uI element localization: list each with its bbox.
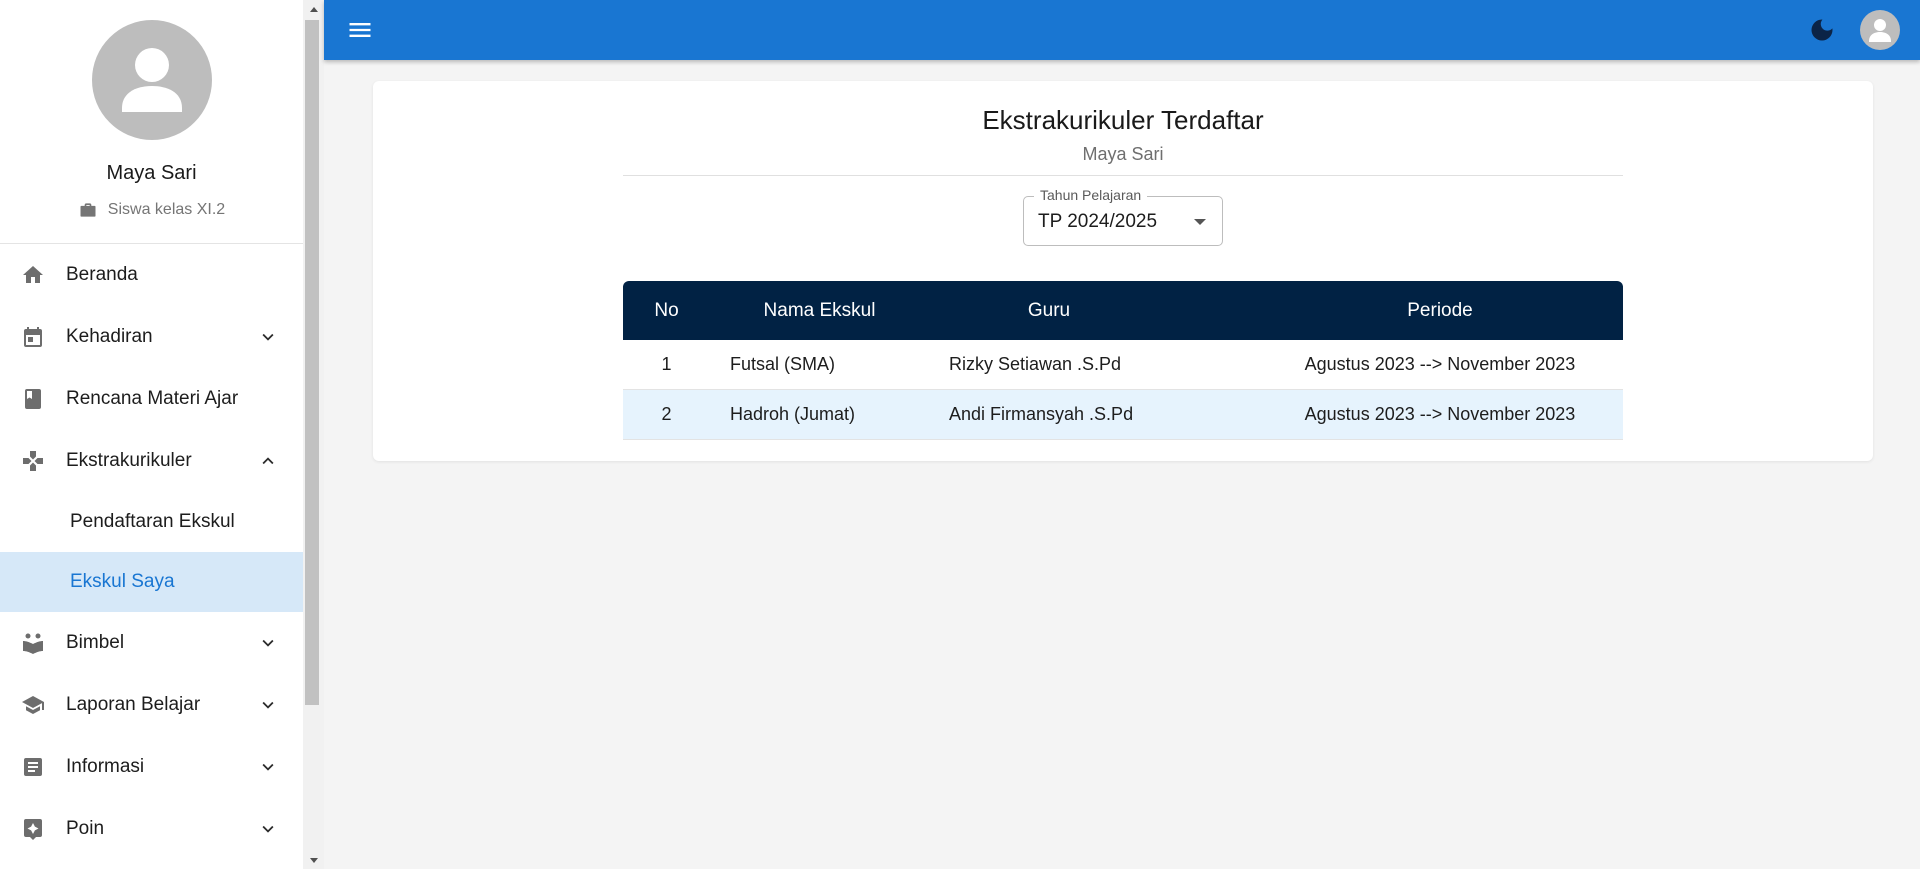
scroll-down-arrow[interactable] [303,851,324,869]
chevron-down-icon [257,818,279,840]
account-button[interactable] [1860,10,1900,50]
tahun-pelajaran-select[interactable]: Tahun Pelajaran TP 2024/2025 [1023,187,1223,246]
menu-icon [349,23,371,37]
select-value: TP 2024/2025 [1038,211,1158,232]
cell-periode: Agustus 2023 --> November 2023 [1304,354,1576,374]
sidebar-item-ekstrakurikuler[interactable]: Ekstrakurikuler [0,430,303,492]
caret-down-icon [1194,219,1206,225]
sidebar-subitem-ekskul-saya[interactable]: Ekskul Saya [0,552,303,612]
moon-icon [1811,19,1833,41]
cell-nama-ekskul: Futsal (SMA) [730,354,836,374]
sidebar-item-informasi[interactable]: Informasi [0,736,303,798]
divider [623,175,1623,176]
table-row: 2 Hadroh (Jumat) Andi Firmansyah .S.Pd A… [623,390,1623,440]
column-header-periode: Periode [1407,299,1473,321]
sidebar-scrollbar[interactable] [303,0,324,869]
cell-guru: Rizky Setiawan .S.Pd [949,354,1122,374]
person-icon [122,48,182,112]
sidebar-item-label: Rencana Materi Ajar [66,388,239,409]
gamepad-icon [20,448,46,474]
cell-no: 2 [661,404,672,424]
page-subtitle: Maya Sari [1082,144,1164,164]
profile-section: Maya Sari Siswa kelas XI.2 [0,0,303,244]
scroll-thumb[interactable] [305,20,319,705]
table-row: 1 Futsal (SMA) Rizky Setiawan .S.Pd Agus… [623,340,1623,390]
chevron-down-icon [257,694,279,716]
sidebar-item-label: Informasi [66,756,145,777]
account-icon [1869,19,1891,42]
chevron-up-icon [257,450,279,472]
chevron-down-icon [257,756,279,778]
reading-icon [20,630,46,656]
star-badge-icon [20,816,46,842]
ekskul-table: No Nama Ekskul Guru Periode 1 Futsal (SM… [623,281,1623,440]
theme-toggle-button[interactable] [1808,16,1836,44]
sidebar-item-label: Laporan Belajar [66,694,201,715]
article-icon [20,754,46,780]
scroll-up-arrow[interactable] [303,0,324,18]
book-icon [20,386,46,412]
calendar-icon [20,324,46,350]
chevron-down-icon [257,632,279,654]
cell-no: 1 [661,354,672,374]
sidebar-item-bimbel[interactable]: Bimbel [0,612,303,674]
sidebar-item-poin[interactable]: Poin [0,798,303,860]
page-title: Ekstrakurikuler Terdaftar [982,105,1264,135]
column-header-guru: Guru [1027,299,1071,321]
profile-name: Maya Sari [106,162,197,184]
avatar [92,20,212,140]
sidebar-item-label: Poin [66,818,105,839]
menu-button[interactable] [346,16,374,44]
column-header-nama-ekskul: Nama Ekskul [763,299,876,321]
sidebar-item-label: Kehadiran [66,326,153,347]
sidebar-subitem-pendaftaran-ekskul[interactable]: Pendaftaran Ekskul [0,492,303,552]
school-icon [20,692,46,718]
sidebar-item-rencana-materi-ajar[interactable]: Rencana Materi Ajar [0,368,303,430]
sidebar-item-label: Bimbel [66,632,125,653]
sidebar-item-label: Beranda [66,264,138,285]
sidebar-item-kehadiran[interactable]: Kehadiran [0,306,303,368]
table-header: No Nama Ekskul Guru Periode [623,281,1623,340]
sidebar: Maya Sari Siswa kelas XI.2 Beranda Kehad… [0,0,303,869]
briefcase-icon [80,203,96,217]
column-header-no: No [654,299,679,321]
sidebar-item-laporan-belajar[interactable]: Laporan Belajar [0,674,303,736]
cell-periode: Agustus 2023 --> November 2023 [1304,404,1576,424]
sidebar-item-beranda[interactable]: Beranda [0,244,303,306]
select-label: Tahun Pelajaran [1034,187,1148,203]
profile-role: Siswa kelas XI.2 [0,200,303,220]
chevron-down-icon [257,326,279,348]
cell-nama-ekskul: Hadroh (Jumat) [730,404,856,424]
cell-guru: Andi Firmansyah .S.Pd [949,404,1134,424]
home-icon [20,262,46,288]
topbar [324,0,1920,60]
sidebar-nav: Beranda Kehadiran Rencana Materi Ajar Ek… [0,244,303,860]
sidebar-item-label: Ekstrakurikuler [66,450,192,471]
content-card: Ekstrakurikuler Terdaftar Maya Sari Tahu… [373,81,1873,461]
role-label: Siswa kelas XI.2 [107,201,226,218]
